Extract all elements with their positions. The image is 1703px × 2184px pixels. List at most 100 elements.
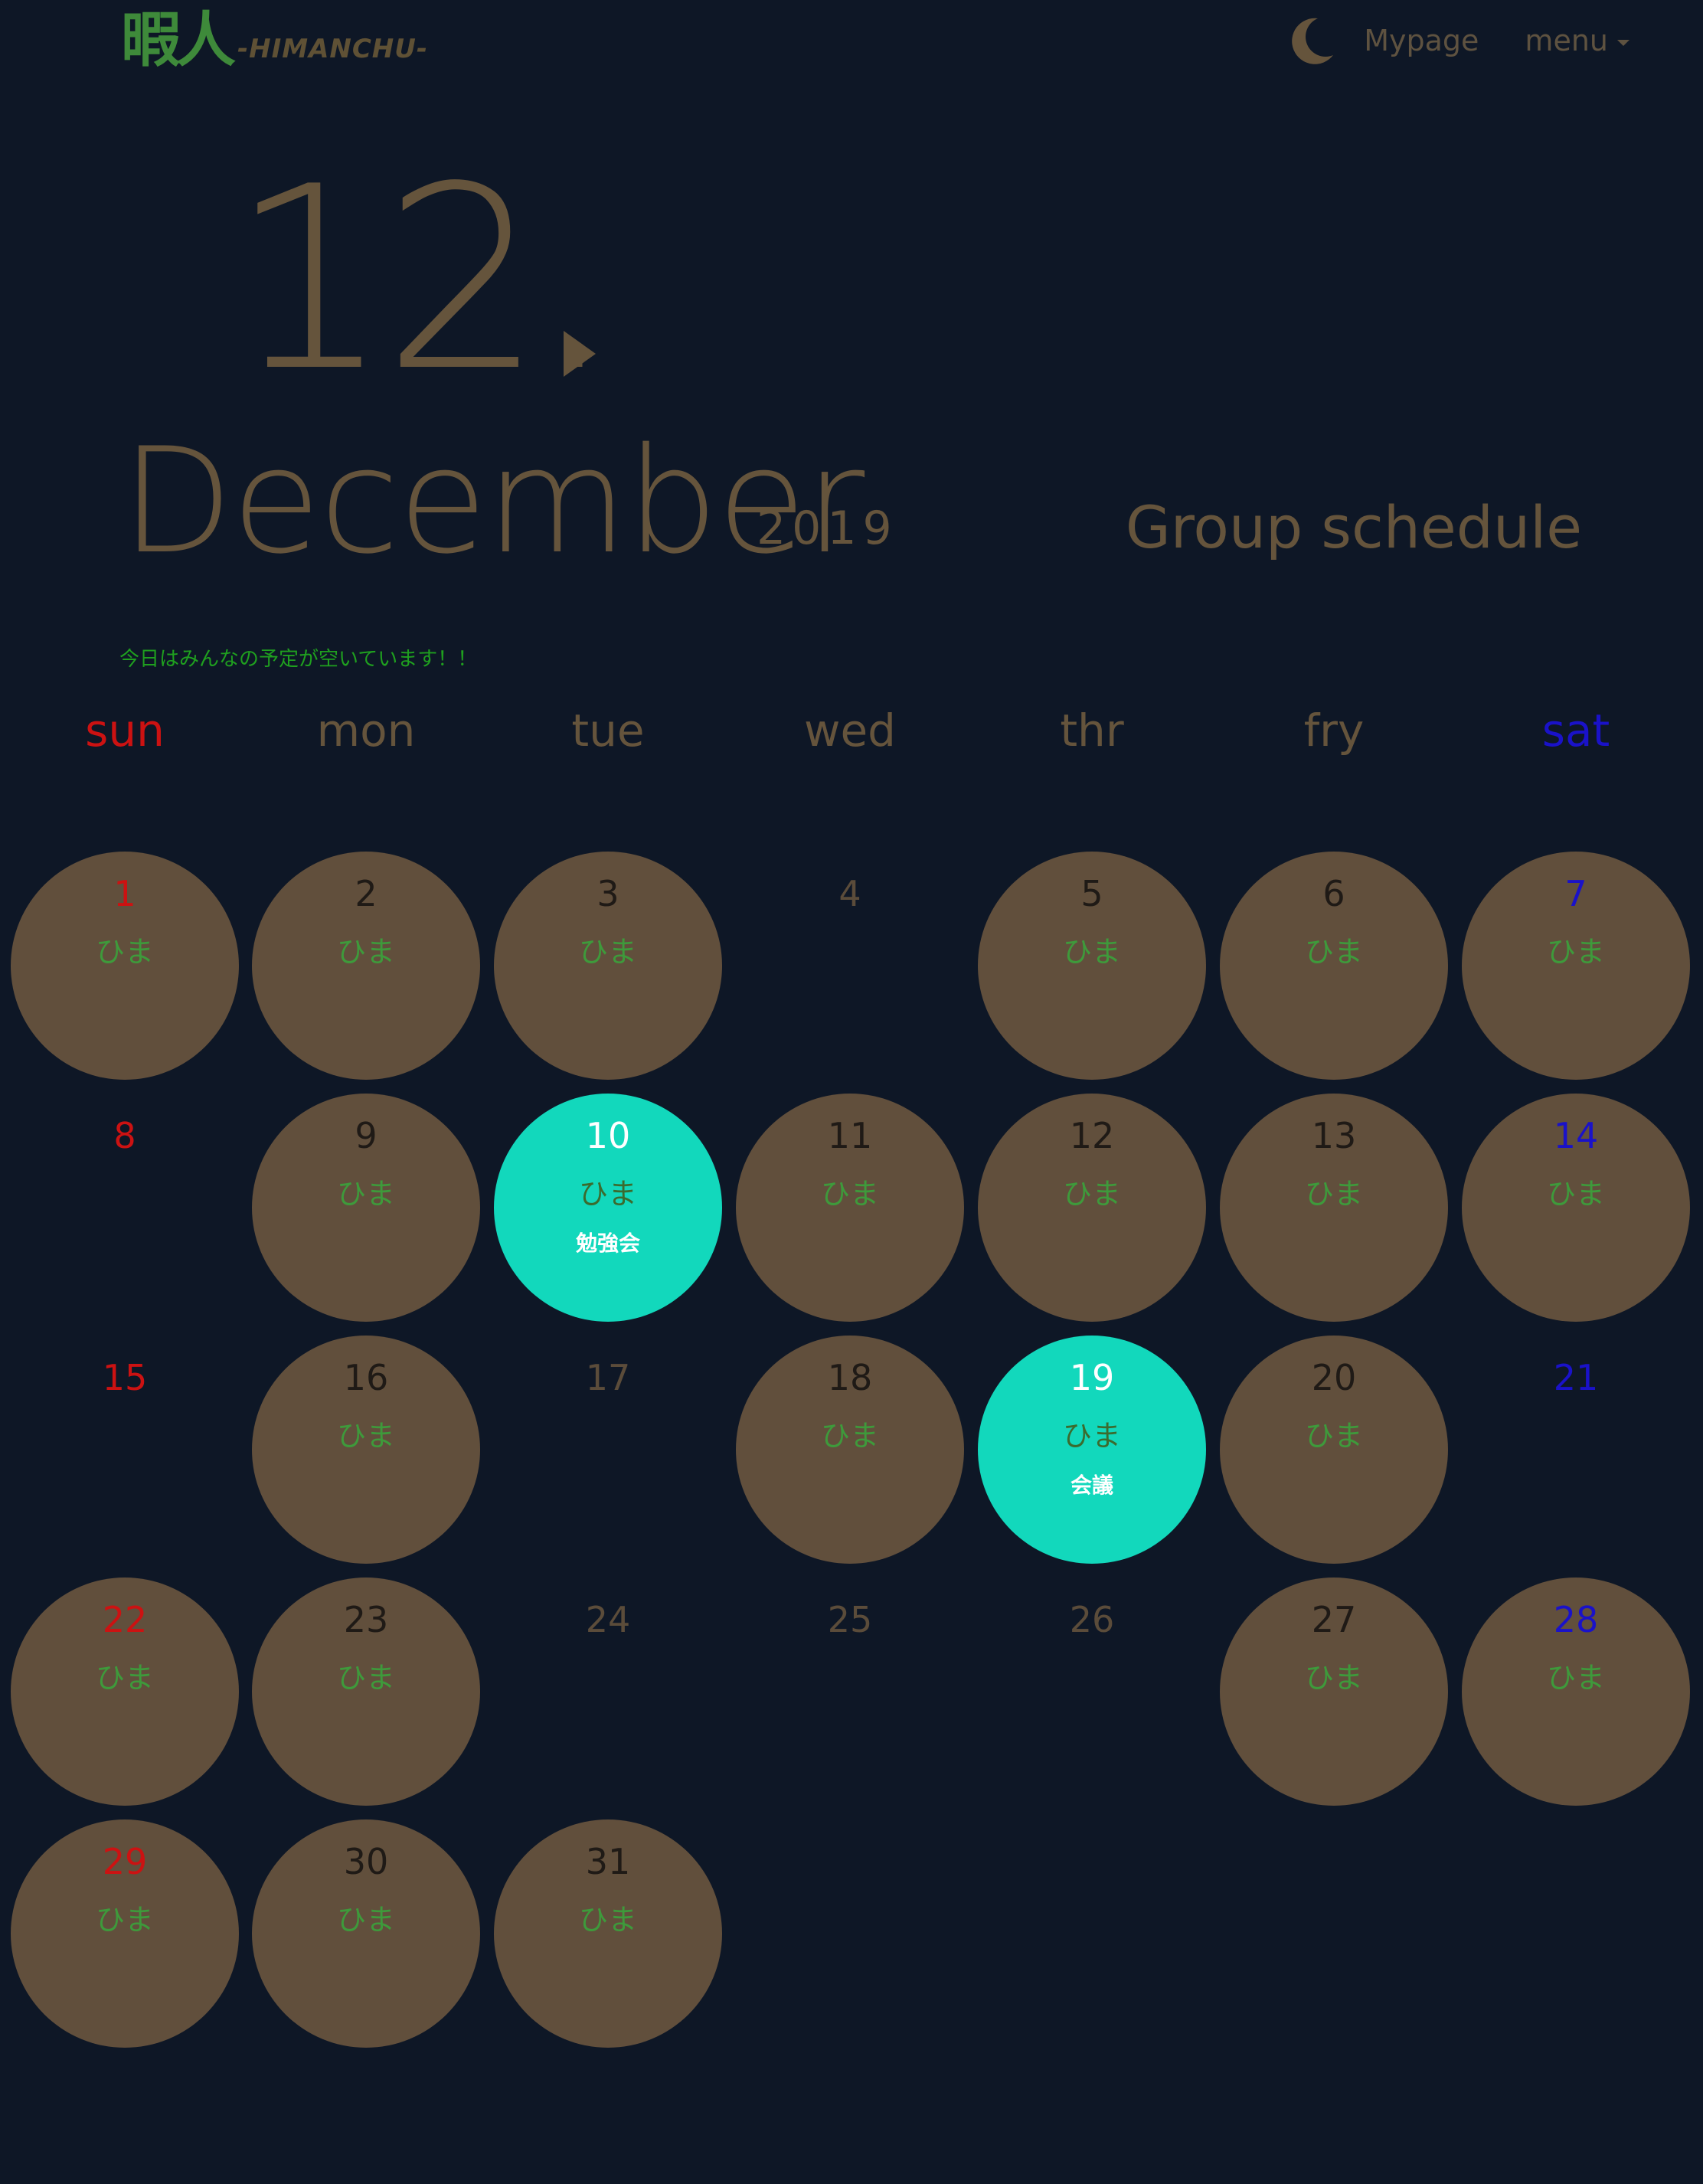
day-number: 15 [102, 1357, 148, 1398]
caret-down-icon [1617, 40, 1629, 46]
day-number: 25 [827, 1599, 873, 1640]
free-label: ひま [1304, 1177, 1363, 1211]
logo-text: -HIMANCHU- [237, 34, 428, 64]
day-cell-20[interactable]: 20 ひま [1220, 1336, 1448, 1564]
day-cell-21: 21 [1462, 1336, 1690, 1564]
free-label: ひま [1546, 1661, 1605, 1695]
day-number: 2 [355, 873, 378, 914]
day-cell-16[interactable]: 16 ひま [252, 1336, 480, 1564]
free-label: ひま [1304, 1661, 1363, 1695]
month-number: 12. [230, 132, 616, 427]
day-number: 26 [1069, 1599, 1115, 1640]
free-label: ひま [820, 1419, 879, 1453]
weekday-thr: thr [1060, 705, 1124, 757]
day-number: 30 [343, 1841, 389, 1882]
day-cell-11[interactable]: 11 ひま [736, 1094, 964, 1322]
free-label: ひま [336, 935, 395, 969]
day-cell-12[interactable]: 12 ひま [978, 1094, 1206, 1322]
year-label: 2019 [757, 502, 898, 555]
day-cell-1[interactable]: 1 ひま [11, 852, 239, 1080]
day-cell-9[interactable]: 9 ひま [252, 1094, 480, 1322]
day-cell-8: 8 [11, 1094, 239, 1322]
free-label: ひま [578, 1903, 637, 1937]
logo-kanji: 暇人 [121, 5, 236, 75]
event-label: 会議 [1070, 1473, 1113, 1498]
free-label: ひま [336, 1661, 395, 1695]
free-label: ひま [1546, 1177, 1605, 1211]
page-title: Group schedule [1125, 493, 1582, 561]
day-cell-10[interactable]: 10 ひま 勉強会 [494, 1094, 722, 1322]
day-number: 6 [1322, 873, 1345, 914]
day-cell-6[interactable]: 6 ひま [1220, 852, 1448, 1080]
today-status-message: 今日はみんなの予定が空いています！！ [119, 648, 478, 671]
day-number: 31 [585, 1841, 631, 1882]
free-label: ひま [95, 1903, 154, 1937]
weekday-wed: wed [804, 705, 896, 757]
day-cell-22[interactable]: 22 ひま [11, 1578, 239, 1806]
day-cell-17: 17 [494, 1336, 722, 1564]
free-label: ひま [336, 1177, 395, 1211]
weekday-mon: mon [316, 705, 416, 757]
day-cell-26: 26 [978, 1578, 1206, 1806]
weekday-sat: sat [1541, 705, 1610, 757]
day-number: 29 [102, 1841, 148, 1882]
day-cell-18[interactable]: 18 ひま [736, 1336, 964, 1564]
free-label: ひま [95, 935, 154, 969]
app-logo[interactable]: 暇人 -HIMANCHU- [121, 11, 428, 70]
day-number: 8 [113, 1115, 136, 1156]
free-label: ひま [820, 1177, 879, 1211]
free-label: ひま [1304, 1419, 1363, 1453]
day-cell-13[interactable]: 13 ひま [1220, 1094, 1448, 1322]
menu-label: menu [1525, 24, 1608, 57]
free-label: ひま [1304, 935, 1363, 969]
day-number: 4 [838, 873, 861, 914]
free-label: ひま [578, 1177, 637, 1211]
day-cell-28[interactable]: 28 ひま [1462, 1578, 1690, 1806]
mypage-link[interactable]: Mypage [1364, 24, 1479, 57]
day-cell-7[interactable]: 7 ひま [1462, 852, 1690, 1080]
day-number: 11 [827, 1115, 873, 1156]
free-label: ひま [578, 935, 637, 969]
day-number: 3 [597, 873, 619, 914]
day-number: 1 [113, 873, 136, 914]
day-cell-23[interactable]: 23 ひま [252, 1578, 480, 1806]
day-number: 5 [1080, 873, 1103, 914]
day-number: 20 [1311, 1357, 1357, 1398]
day-cell-24: 24 [494, 1578, 722, 1806]
day-cell-4: 4 [736, 852, 964, 1080]
day-number: 18 [827, 1357, 873, 1398]
free-label: ひま [95, 1661, 154, 1695]
day-number: 21 [1553, 1357, 1599, 1398]
day-cell-27[interactable]: 27 ひま [1220, 1578, 1448, 1806]
weekday-tue: tue [571, 705, 645, 757]
day-number: 24 [585, 1599, 631, 1640]
weekday-sun: sun [85, 705, 165, 757]
day-cell-2[interactable]: 2 ひま [252, 852, 480, 1080]
day-number: 28 [1553, 1599, 1599, 1640]
free-label: ひま [1546, 935, 1605, 969]
day-cell-30[interactable]: 30 ひま [252, 1819, 480, 2048]
day-number: 13 [1311, 1115, 1357, 1156]
day-cell-31[interactable]: 31 ひま [494, 1819, 722, 2048]
day-cell-19[interactable]: 19 ひま会議 [978, 1336, 1206, 1564]
day-number: 19 [1069, 1357, 1115, 1398]
day-cell-15: 15 [11, 1336, 239, 1564]
free-label: ひま [1062, 1177, 1121, 1211]
free-label: ひま [336, 1903, 395, 1937]
weekday-header: sun mon tue wed thr fry sat [0, 705, 1703, 766]
day-cell-3[interactable]: 3 ひま [494, 852, 722, 1080]
day-number: 12 [1069, 1115, 1115, 1156]
moon-icon[interactable] [1292, 17, 1335, 64]
day-number: 10 [585, 1115, 631, 1156]
day-number: 9 [355, 1115, 378, 1156]
weekday-fry: fry [1303, 705, 1365, 757]
next-month-arrow-icon[interactable] [564, 331, 596, 377]
month-name: December [121, 417, 865, 586]
menu-dropdown[interactable]: menu [1525, 24, 1629, 57]
day-number: 16 [343, 1357, 389, 1398]
day-number: 27 [1311, 1599, 1357, 1640]
free-label: ひま [1062, 1419, 1121, 1453]
day-cell-14[interactable]: 14 ひま [1462, 1094, 1690, 1322]
day-cell-29[interactable]: 29 ひま [11, 1819, 239, 2048]
day-cell-5[interactable]: 5 ひま [978, 852, 1206, 1080]
